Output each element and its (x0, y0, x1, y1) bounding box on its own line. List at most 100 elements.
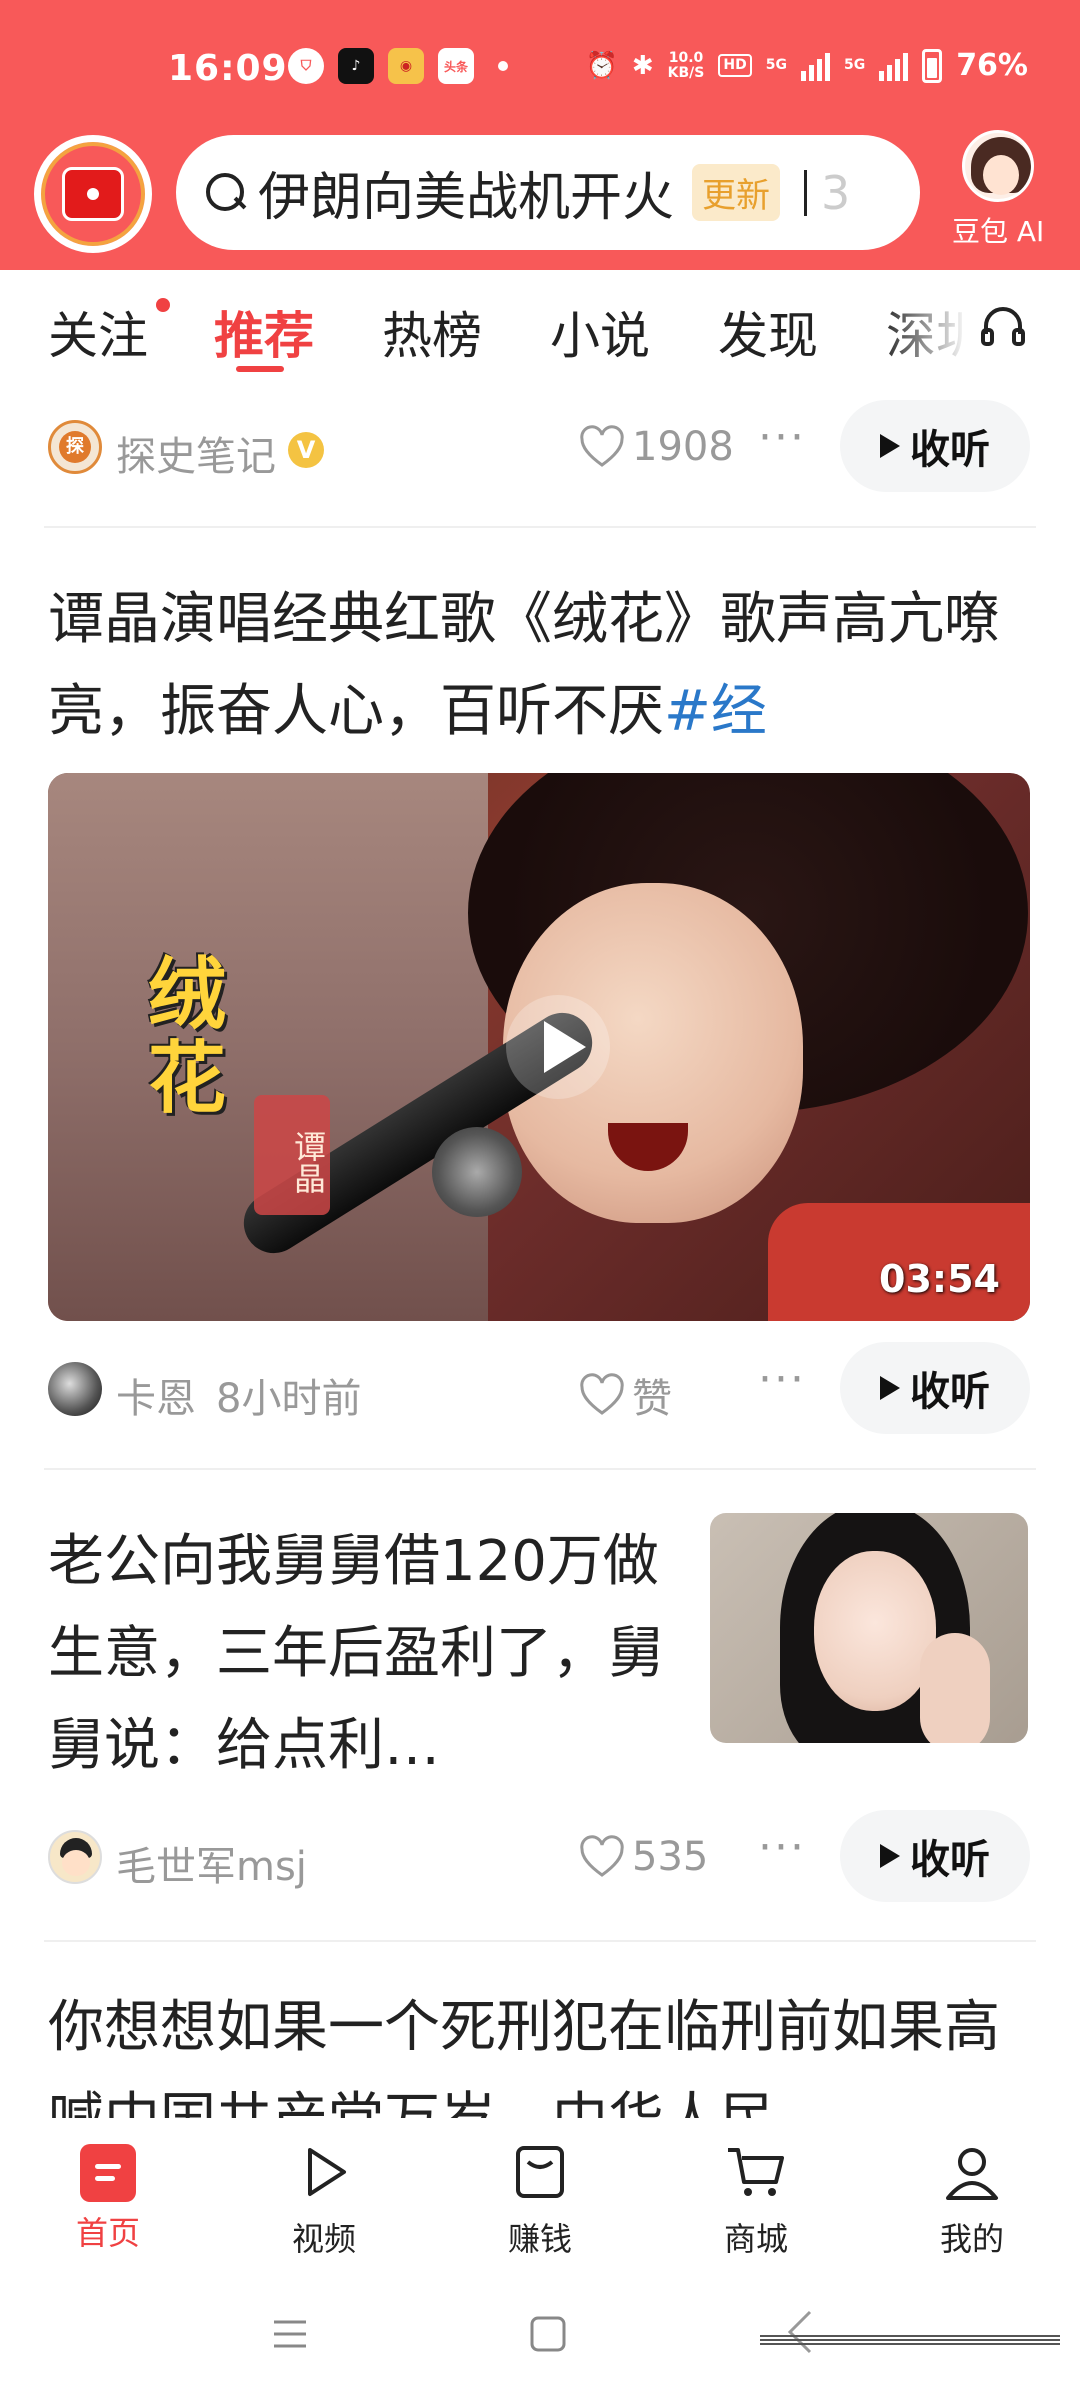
thumb-face (814, 1551, 936, 1711)
cart-icon (728, 2148, 784, 2196)
signal-5g-label-1: 5G (765, 57, 787, 73)
play-icon (880, 434, 900, 458)
tab-novel[interactable]: 小说 (550, 296, 650, 368)
app-logo[interactable] (34, 135, 152, 253)
toutiao-app-icon: 头条 (438, 48, 474, 84)
status-bar: 16:09 ⛉ ♪ ◉ 头条 ⏰ ✱ 10.0 KB/S HD 5G 5G 76… (0, 40, 1080, 105)
nav-video-label: 视频 (291, 2220, 356, 2258)
system-nav (0, 2268, 1080, 2400)
notification-dot (498, 61, 508, 71)
alarm-icon: ⏰ (585, 50, 618, 81)
heart-icon (580, 1373, 624, 1415)
nav-mine-label: 我的 (939, 2220, 1004, 2258)
author-name[interactable]: 毛世军msj (116, 1834, 307, 1892)
update-badge: 更新 (692, 164, 781, 221)
nav-mall[interactable]: 商城 (696, 2140, 816, 2260)
doubao-ai-label[interactable]: 豆包 AI (952, 210, 1044, 250)
bottom-nav: 首页 视频 赚钱 商城 我的 (0, 2118, 1080, 2268)
home-square-icon[interactable] (528, 2314, 568, 2354)
play-button-icon[interactable] (506, 995, 610, 1099)
feed-item-title[interactable]: 你想想如果一个死刑犯在临刑前如果高喊中国共产党万岁，中华人民 (48, 1982, 1038, 2118)
category-tabs: 关注 推荐 热榜 小说 发现 深圳 (0, 270, 1080, 380)
author-avatar[interactable] (48, 1830, 102, 1884)
feed-item-title[interactable]: 谭晶演唱经典红歌《绒花》歌声高亢嘹亮，振奋人心，百听不厌#经 (48, 574, 1038, 758)
title-hashtag[interactable]: #经 (664, 679, 767, 744)
video-duration: 03:54 (879, 1257, 1000, 1301)
bluetooth-icon: ✱ (631, 50, 654, 81)
battery-icon (922, 48, 943, 83)
author-name[interactable]: 探史笔记 (116, 424, 276, 482)
nav-earn[interactable]: 赚钱 (480, 2140, 600, 2260)
hd-icon: HD (718, 54, 752, 77)
tab-follow-dot (156, 298, 170, 312)
title-text: 谭晶演唱经典红歌《绒花》歌声高亢嘹亮，振奋人心，百听不厌 (48, 587, 1000, 744)
video-overlay-title: 绒花 (148, 950, 227, 1124)
heart-icon (580, 1835, 624, 1877)
more-icon[interactable]: ··· (758, 412, 806, 463)
listen-button[interactable]: 收听 (840, 400, 1030, 492)
listen-button[interactable]: 收听 (840, 1342, 1030, 1434)
more-icon[interactable]: ··· (758, 1354, 806, 1405)
signal-5g-label-2: 5G (843, 57, 866, 73)
headphone-icon[interactable] (978, 300, 1028, 350)
play-icon (880, 1844, 900, 1868)
video-icon (308, 2148, 346, 2196)
feed-item-meta: 卡恩 8小时前 赞 ··· 收听 (48, 1342, 1038, 1434)
feed-item-title[interactable]: 老公向我舅舅借120万做生意，三年后盈利了，舅舅说：给点利… (48, 1516, 678, 1792)
nav-earn-label: 赚钱 (507, 2220, 572, 2258)
feed-item-clip: 你想想如果一个死刑犯在临刑前如果高喊中国共产党万岁，中华人民 (0, 1960, 1080, 2118)
search-bar[interactable]: 伊朗向美战机开火 更新 3 (176, 135, 920, 250)
heart-icon (580, 425, 624, 467)
net-speed: 10.0 KB/S (667, 49, 705, 81)
nav-video[interactable]: 视频 (264, 2140, 384, 2260)
nav-home[interactable]: 首页 (48, 2140, 168, 2254)
nav-mine[interactable]: 我的 (912, 2140, 1032, 2260)
feed-item-meta: 探 探史笔记 V 1908 ··· 收听 (48, 400, 1038, 492)
video-thumbnail[interactable]: 绒花 谭晶 03:54 (48, 773, 1030, 1321)
red-packet-icon (62, 167, 124, 221)
listen-button[interactable]: 收听 (840, 1810, 1030, 1902)
article-thumbnail[interactable] (710, 1513, 1028, 1743)
nav-home-label: 首页 (75, 2214, 140, 2252)
like-button[interactable]: 1908 (578, 424, 734, 470)
tab-follow[interactable]: 关注 (48, 296, 148, 368)
feed-divider (44, 1940, 1036, 1942)
battery-percent: 76% (956, 48, 1028, 83)
nav-mall-label: 商城 (723, 2220, 788, 2258)
tab-discover[interactable]: 发现 (718, 296, 818, 368)
like-button[interactable]: 535 (578, 1834, 708, 1880)
listen-label: 收听 (910, 427, 990, 473)
signal-icon (800, 51, 830, 81)
status-app-icons: ⛉ ♪ ◉ 头条 (288, 48, 508, 84)
menu-icon[interactable] (270, 2314, 310, 2354)
like-count: 535 (632, 1834, 709, 1880)
like-count: 1908 (632, 424, 734, 470)
search-trailing: 3 (821, 165, 851, 220)
app-header: 16:09 ⛉ ♪ ◉ 头条 ⏰ ✱ 10.0 KB/S HD 5G 5G 76… (0, 0, 1080, 270)
more-icon[interactable]: ··· (758, 1822, 806, 1873)
status-time: 16:09 (168, 48, 288, 89)
tiktok-app-icon: ♪ (338, 48, 374, 84)
author-avatar[interactable]: 探 (48, 420, 102, 474)
like-button[interactable]: 赞 (578, 1366, 672, 1424)
home-icon (80, 2144, 136, 2202)
tab-hot[interactable]: 热榜 (382, 296, 482, 368)
weibo-app-icon: ◉ (388, 48, 424, 84)
back-icon[interactable] (760, 2306, 1060, 2354)
tab-recommend[interactable]: 推荐 (214, 296, 314, 368)
doubao-ai-avatar[interactable] (962, 130, 1034, 202)
tab-fade (880, 270, 990, 380)
listen-label: 收听 (910, 1369, 990, 1415)
author-name[interactable]: 卡恩 (116, 1366, 196, 1424)
shield-app-icon: ⛉ (288, 48, 324, 84)
author-avatar[interactable] (48, 1362, 102, 1416)
video-microphone-head (432, 1127, 522, 1217)
wallet-icon (516, 2146, 564, 2198)
thumb-hand (920, 1633, 990, 1743)
like-count: 赞 (632, 1376, 672, 1422)
feed-divider (44, 526, 1036, 528)
tab-active-underline (236, 366, 284, 372)
play-icon (880, 1376, 900, 1400)
video-overlay-name: 谭晶 (254, 1095, 330, 1215)
feed-item-meta: 毛世军msj 535 ··· 收听 (48, 1810, 1038, 1902)
